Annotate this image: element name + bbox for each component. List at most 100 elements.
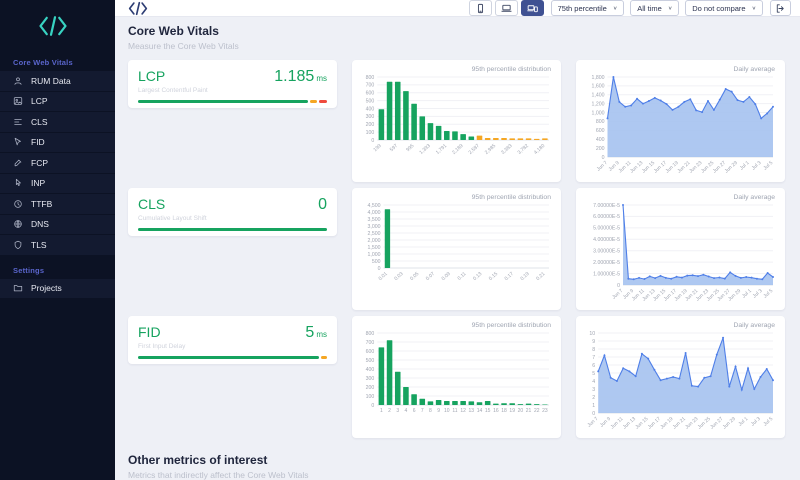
svg-text:2: 2 [592, 395, 595, 401]
svg-text:21: 21 [526, 408, 532, 414]
svg-text:Jun 27: Jun 27 [709, 416, 724, 431]
compare-dropdown[interactable]: Do not compare∨ [685, 0, 763, 16]
device-desktop-button[interactable] [495, 0, 518, 16]
green-segment [138, 356, 319, 359]
lcp-histogram-chart: 01002003004005006007008001995979951,3931… [362, 74, 551, 158]
svg-text:Jul 5: Jul 5 [762, 160, 774, 172]
sidebar-item-dns[interactable]: DNS [0, 215, 115, 236]
metric-subtitle: Largest Contentful Paint [138, 87, 327, 94]
metric-value-number: 5 [305, 324, 314, 341]
svg-text:800: 800 [366, 75, 375, 81]
svg-text:4.00000E-5: 4.00000E-5 [593, 237, 620, 243]
section-other-metrics: Other metrics of interest Metrics that i… [128, 453, 787, 480]
svg-text:5: 5 [592, 371, 595, 377]
laptop-icon [501, 3, 512, 14]
svg-text:Jul 1: Jul 1 [738, 416, 750, 428]
svg-text:3.00000E-5: 3.00000E-5 [593, 249, 620, 255]
metric-subtitle: Cumulative Layout Shift [138, 215, 327, 222]
svg-text:2,500: 2,500 [368, 231, 381, 237]
svg-text:4,500: 4,500 [368, 203, 381, 209]
metric-value: 1.185ms [274, 68, 327, 86]
sidebar-item-lcp[interactable]: LCP [0, 92, 115, 113]
percentile-dropdown[interactable]: 75th percentile∨ [551, 0, 625, 16]
svg-text:16: 16 [493, 408, 499, 414]
sidebar-item-tls[interactable]: TLS [0, 235, 115, 256]
metric-value: 5ms [305, 324, 327, 342]
metric-grid: LCP 1.185msLargest Contentful Paint 95th p… [128, 60, 787, 438]
green-segment [138, 228, 327, 231]
topbar: 75th percentile∨ All time ∨ Do not compare∨ [115, 0, 800, 17]
section-subtitle: Metrics that indirectly affect the Core … [128, 470, 787, 480]
svg-text:1: 1 [592, 403, 595, 409]
svg-text:400: 400 [596, 137, 605, 143]
svg-text:1,000: 1,000 [368, 252, 381, 258]
sidebar-item-fcp[interactable]: FCP [0, 153, 115, 174]
svg-text:3,782: 3,782 [517, 143, 530, 156]
sidebar-item-label: RUM Data [31, 76, 71, 86]
sidebar-item-label: Projects [31, 283, 62, 293]
sidebar-item-label: LCP [31, 96, 48, 106]
shield-icon [13, 240, 23, 250]
svg-text:Jun 13: Jun 13 [622, 416, 637, 431]
device-toggle-group [469, 0, 544, 16]
svg-text:Jul 3: Jul 3 [750, 416, 762, 428]
sidebar: Core Web Vitals RUM Data LCP CLS FIDFCP INP TT… [0, 0, 115, 480]
svg-text:0: 0 [371, 403, 374, 409]
sidebar-item-label: DNS [31, 219, 49, 229]
sidebar-item-fid[interactable]: FID [0, 133, 115, 154]
metric-unit: ms [316, 74, 327, 83]
sign-out-button[interactable] [770, 0, 791, 16]
sidebar-item-ttfb[interactable]: TTFB [0, 194, 115, 215]
dropdown-value: Do not compare [692, 4, 745, 13]
svg-text:1,791: 1,791 [435, 143, 448, 156]
folder-icon [13, 283, 23, 293]
device-mobile-button[interactable] [469, 0, 492, 16]
section-subtitle: Measure the Core Web Vitals [128, 41, 787, 51]
time-range-dropdown[interactable]: All time ∨ [630, 0, 679, 16]
svg-text:1,393: 1,393 [418, 143, 431, 156]
svg-text:3,500: 3,500 [368, 217, 381, 223]
cls-daily-chart: 01.00000E-52.00000E-53.00000E-54.00000E-… [586, 202, 775, 304]
daily-average-card-lcp: Daily average02004006008001,0001,2001,40… [576, 60, 785, 182]
svg-text:12: 12 [460, 408, 466, 414]
svg-text:4: 4 [592, 379, 595, 385]
app-logo-icon[interactable] [0, 0, 115, 48]
metric-name: LCP [138, 68, 165, 84]
histogram-label: 95th percentile distribution [362, 66, 551, 73]
svg-text:10: 10 [444, 408, 450, 414]
svg-text:Jun 25: Jun 25 [697, 416, 712, 431]
svg-text:2,000: 2,000 [368, 238, 381, 244]
section-core-web-vitals: Core Web Vitals Measure the Core Web Vit… [128, 24, 787, 438]
svg-text:200: 200 [596, 146, 605, 152]
svg-text:Jun 29: Jun 29 [724, 160, 739, 175]
svg-text:3: 3 [396, 408, 399, 414]
daily-average-card-cls: Daily average01.00000E-52.00000E-53.0000… [576, 188, 785, 310]
sidebar-item-inp[interactable]: INP [0, 174, 115, 195]
svg-text:597: 597 [389, 143, 399, 153]
sidebar-item-cls[interactable]: CLS [0, 112, 115, 133]
sidebar-item-rum-data[interactable]: RUM Data [0, 71, 115, 92]
svg-text:2,985: 2,985 [484, 143, 497, 156]
chevron-down-icon: ∨ [668, 5, 672, 11]
metric-head-row: FID5ms [138, 324, 327, 342]
sidebar-item-label: CLS [31, 117, 48, 127]
svg-text:700: 700 [366, 340, 375, 346]
yellow-segment [310, 100, 318, 103]
device-all-button[interactable] [521, 0, 544, 16]
sidebar-item-label: INP [31, 178, 45, 188]
sidebar-section-label: Core Web Vitals [0, 48, 115, 71]
svg-text:2.00000E-5: 2.00000E-5 [593, 260, 620, 266]
dropdown-value: 75th percentile [558, 4, 607, 13]
lcp-daily-chart: 02004006008001,0001,2001,4001,6001,800Ju… [586, 74, 775, 176]
histogram-label: 95th percentile distribution [362, 322, 551, 329]
dropdown-value: All time [637, 4, 662, 13]
svg-text:5.00000E-5: 5.00000E-5 [593, 226, 620, 232]
sidebar-item-projects[interactable]: Projects [0, 279, 115, 300]
sidebar-item-label: TTFB [31, 199, 52, 209]
svg-text:995: 995 [405, 143, 415, 153]
svg-text:0.09: 0.09 [441, 271, 452, 282]
svg-text:13: 13 [469, 408, 475, 414]
phone-icon [475, 3, 486, 14]
svg-text:18: 18 [501, 408, 507, 414]
svg-text:0: 0 [371, 138, 374, 144]
